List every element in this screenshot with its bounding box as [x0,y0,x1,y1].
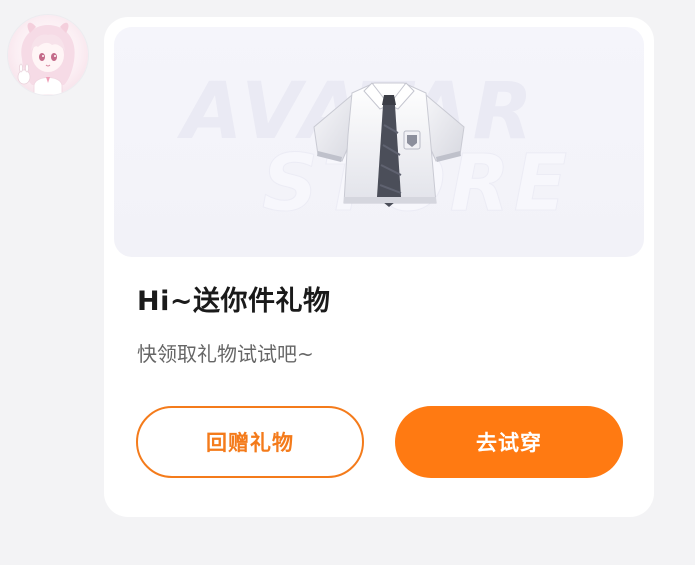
gift-banner: AVATAR STORE [114,27,644,257]
sender-avatar[interactable] [8,15,88,95]
gift-subtitle: 快领取礼物试试吧~ [137,342,314,366]
school-shirt-with-tie-icon[interactable] [304,65,474,215]
gift-card: AVATAR STORE [104,17,654,517]
gift-title: Hi~送你件礼物 [137,286,331,317]
try-on-button[interactable]: 去试穿 [395,406,623,478]
anime-girl-avatar-icon [17,22,75,95]
return-gift-button[interactable]: 回赠礼物 [136,406,364,478]
gift-message-page: AVATAR STORE [0,0,695,565]
